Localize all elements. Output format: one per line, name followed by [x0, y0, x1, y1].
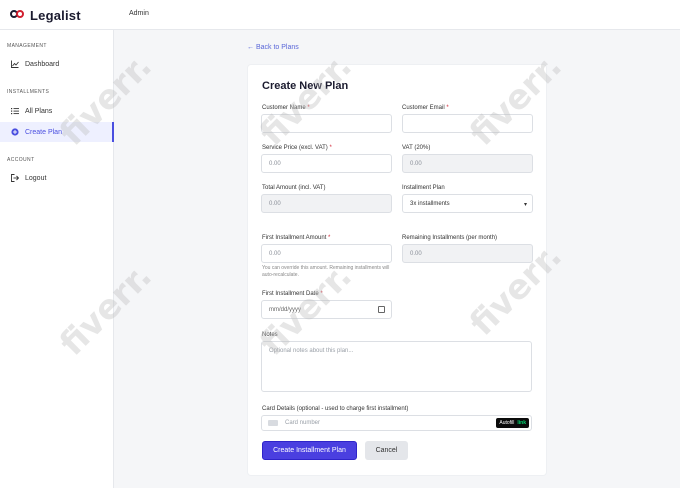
first-installment-hint: You can override this amount. Remaining …: [262, 265, 390, 278]
customer-email-field[interactable]: [402, 114, 533, 133]
service-price-label: Service Price (excl. VAT) *: [262, 145, 332, 151]
first-installment-date-field[interactable]: mm/dd/yyyy: [261, 300, 392, 319]
user-label: Admin: [129, 10, 149, 17]
notes-textarea[interactable]: Optional notes about this plan...: [261, 341, 532, 392]
total-amount-field: 0.00: [261, 194, 392, 213]
logo[interactable]: Legalist: [10, 7, 81, 23]
back-to-plans-link[interactable]: ← Back to Plans: [247, 44, 299, 51]
page-title: Create New Plan: [262, 80, 349, 92]
chart-icon: [11, 60, 19, 68]
card-number-field[interactable]: Card number Autofill link: [261, 415, 532, 431]
first-installment-date-label: First Installment Date *: [262, 291, 323, 297]
autofill-link-button[interactable]: Autofill link: [496, 418, 529, 428]
sidebar-item-label: Logout: [25, 174, 47, 182]
remaining-installments-field: 0.00: [402, 244, 533, 263]
create-installment-plan-button[interactable]: Create Installment Plan: [262, 441, 357, 460]
customer-name-field[interactable]: [261, 114, 392, 133]
sidebar: MANAGEMENT Dashboard INSTALLMENTS All Pl…: [0, 30, 114, 488]
sidebar-item-label: Dashboard: [25, 60, 60, 68]
notes-label: Notes: [262, 332, 278, 338]
installment-plan-select[interactable]: 3x installments ▾: [402, 194, 533, 213]
logo-icon: [10, 7, 26, 23]
first-installment-amount-field[interactable]: 0.00: [261, 244, 392, 263]
credit-card-icon: [268, 420, 278, 426]
calendar-icon[interactable]: [378, 306, 385, 313]
service-price-field[interactable]: 0.00: [261, 154, 392, 173]
vat-label: VAT (20%): [402, 145, 431, 151]
card-number-placeholder: Card number: [285, 420, 321, 426]
sidebar-item-dashboard[interactable]: Dashboard: [0, 54, 114, 74]
total-amount-label: Total Amount (incl. VAT): [262, 185, 326, 191]
sidebar-section-account: ACCOUNT: [7, 157, 35, 163]
logout-icon: [11, 174, 19, 182]
chevron-down-icon: ▾: [523, 202, 527, 208]
sidebar-item-logout[interactable]: Logout: [0, 168, 114, 188]
customer-name-label: Customer Name *: [262, 105, 310, 111]
installment-plan-label: Installment Plan: [402, 185, 445, 191]
vat-field: 0.00: [402, 154, 533, 173]
sidebar-item-all-plans[interactable]: All Plans: [0, 101, 114, 121]
plus-circle-icon: [11, 128, 19, 136]
top-bar: Legalist Admin: [0, 0, 680, 30]
customer-email-label: Customer Email *: [402, 105, 449, 111]
sidebar-section-installments: INSTALLMENTS: [7, 89, 50, 95]
sidebar-item-label: All Plans: [25, 107, 53, 115]
cancel-button[interactable]: Cancel: [365, 441, 408, 460]
first-installment-amount-label: First Installment Amount *: [262, 235, 331, 241]
logo-text: Legalist: [30, 7, 81, 23]
list-icon: [11, 107, 19, 115]
sidebar-item-create-plan[interactable]: Create Plan: [0, 122, 114, 142]
card-details-label: Card Details (optional - used to charge …: [262, 406, 409, 412]
remaining-installments-label: Remaining Installments (per month): [402, 235, 498, 241]
sidebar-section-management: MANAGEMENT: [7, 43, 47, 49]
sidebar-item-label: Create Plan: [25, 128, 62, 136]
